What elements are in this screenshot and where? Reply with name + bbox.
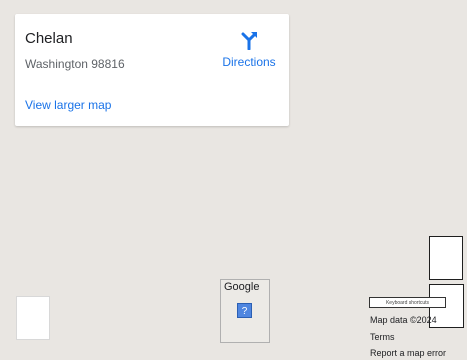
- directions-button[interactable]: Directions: [215, 30, 283, 69]
- keyboard-shortcuts-button[interactable]: Keyboard shortcuts: [369, 297, 446, 308]
- zoom-in-button[interactable]: [429, 236, 463, 280]
- pegman-icon[interactable]: ?: [237, 303, 252, 318]
- report-map-error-link[interactable]: Report a map error: [370, 348, 446, 358]
- street-view-control[interactable]: Google ?: [220, 279, 270, 343]
- map-data-attribution: Map data ©2024: [370, 315, 437, 325]
- directions-label: Directions: [222, 55, 276, 69]
- directions-icon: [215, 30, 283, 50]
- place-address: Washington 98816: [25, 57, 125, 71]
- view-larger-map-link[interactable]: View larger map: [25, 98, 111, 112]
- google-logo: Google: [224, 281, 260, 293]
- fullscreen-button[interactable]: [16, 296, 50, 340]
- terms-link[interactable]: Terms: [370, 332, 395, 342]
- place-info-card: Chelan Washington 98816 View larger map …: [15, 14, 289, 126]
- place-name: Chelan: [25, 30, 73, 47]
